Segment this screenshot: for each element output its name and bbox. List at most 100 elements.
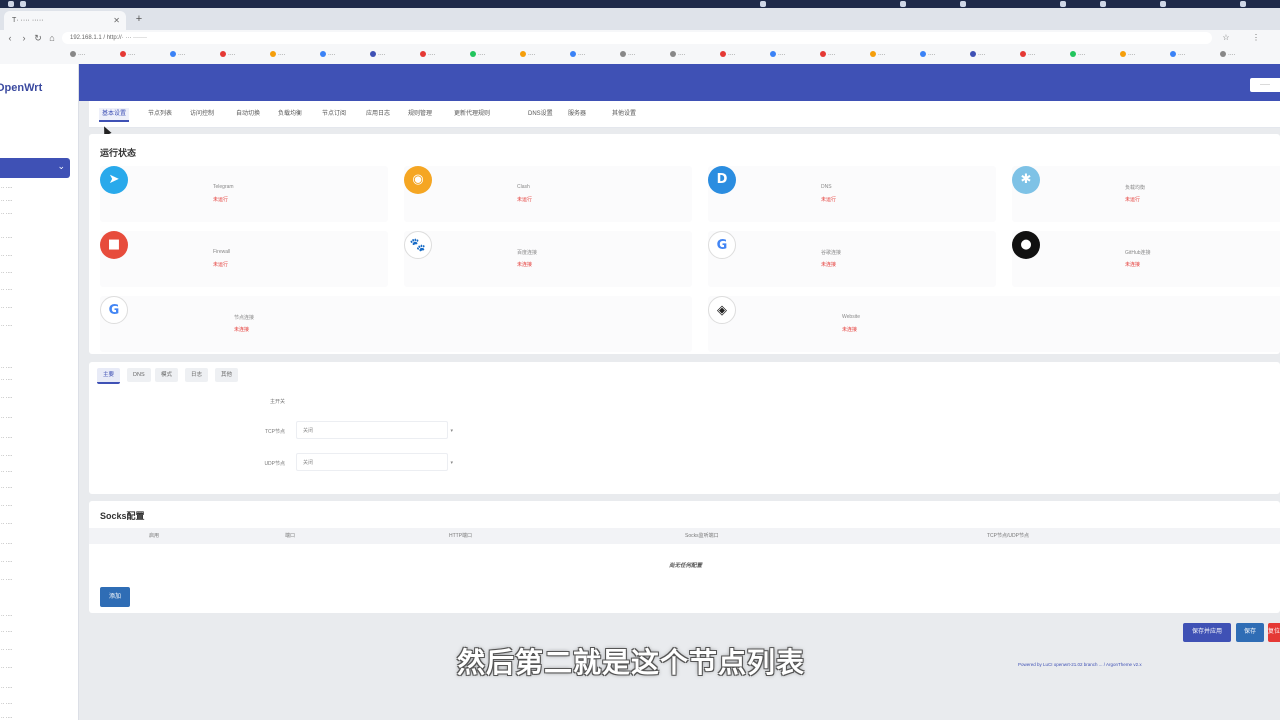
bookmark-item[interactable]: ···· — [620, 50, 635, 60]
sidebar-item[interactable]: · ·· ···· — [0, 269, 12, 277]
sidebar-item[interactable]: · ·· ···· — [0, 322, 12, 330]
bookmark-item[interactable]: ···· — [120, 50, 135, 60]
sidebar-item[interactable]: · ·· ···· — [0, 210, 12, 218]
tab-4[interactable]: 自动切换 — [233, 108, 263, 120]
sidebar-item[interactable]: · ·· ···· — [0, 452, 12, 460]
subtab-1[interactable]: 主要 — [97, 368, 121, 384]
sidebar-item[interactable]: · ·· ···· — [0, 468, 12, 476]
menu-icon[interactable] — [20, 1, 26, 7]
sidebar-item[interactable]: · ·· ···· — [0, 304, 12, 312]
sidebar-item[interactable]: · ·· ···· — [0, 628, 12, 636]
save-button[interactable]: 保存 — [1236, 623, 1264, 642]
wifi-icon[interactable] — [1100, 1, 1106, 7]
service-name: 谷歌连接 — [821, 250, 842, 256]
bookmark-item[interactable]: ···· — [920, 50, 935, 60]
bookmark-item[interactable]: ···· — [1220, 50, 1235, 60]
tab-8[interactable]: 规则管理 — [405, 108, 435, 120]
sidebar-item[interactable]: · ·· ···· — [0, 520, 12, 528]
sidebar-item-active[interactable]: ⌄ — [0, 158, 70, 178]
bookmark-item[interactable]: ···· — [570, 50, 585, 60]
sidebar-item[interactable]: · ·· ···· — [0, 714, 12, 720]
sidebar-item[interactable]: · ·· ···· — [0, 364, 12, 372]
sidebar-item[interactable]: · ·· ···· — [0, 234, 12, 242]
tab-11[interactable]: 服务器 — [565, 108, 589, 120]
bookmark-item[interactable]: ···· — [1120, 50, 1135, 60]
sidebar-item[interactable]: · ·· ···· — [0, 576, 12, 584]
url-input[interactable]: 192.168.1.1 / http://· ··· ······· — [62, 32, 1212, 44]
tab-6[interactable]: 节点订阅 — [319, 108, 349, 120]
extensions-icon[interactable]: ⋮ — [1250, 32, 1262, 44]
bookmark-item[interactable]: ···· — [970, 50, 985, 60]
subtab-3[interactable]: 模式 — [155, 368, 179, 382]
bookmark-item[interactable]: ···· — [670, 50, 685, 60]
bookmark-item[interactable]: ···· — [320, 50, 335, 60]
status-icon[interactable] — [960, 1, 966, 7]
status-icon[interactable] — [1060, 1, 1066, 7]
bookmark-item[interactable]: ···· — [820, 50, 835, 60]
clock-icon[interactable] — [1240, 1, 1246, 7]
sidebar-item[interactable]: · ·· ···· — [0, 197, 12, 205]
status-icon[interactable] — [900, 1, 906, 7]
sidebar-item[interactable]: · ·· ···· — [0, 700, 12, 708]
tab-7[interactable]: 应用日志 — [363, 108, 393, 120]
bookmark-item[interactable]: ···· — [1070, 50, 1085, 60]
bookmark-item[interactable]: ···· — [420, 50, 435, 60]
tab-9[interactable]: 更新代理规则 — [451, 108, 493, 120]
sidebar-item[interactable]: · ·· ···· — [0, 684, 12, 692]
bookmark-item[interactable]: ···· — [520, 50, 535, 60]
sidebar-item[interactable]: · ·· ···· — [0, 484, 12, 492]
logout-button[interactable]: ····· — [1250, 78, 1280, 92]
apple-icon[interactable] — [8, 1, 14, 7]
bookmark-icon — [570, 51, 576, 57]
sidebar-item[interactable]: · ·· ···· — [0, 184, 12, 192]
bookmark-item[interactable]: ···· — [870, 50, 885, 60]
bookmark-item[interactable]: ···· — [1170, 50, 1185, 60]
save-apply-button[interactable]: 保存并应用 — [1183, 623, 1231, 642]
bookmark-star-icon[interactable]: ☆ — [1220, 32, 1232, 44]
forward-icon[interactable]: › — [18, 32, 30, 44]
tab-12[interactable]: 其他设置 — [609, 108, 639, 120]
back-icon[interactable]: ‹ — [4, 32, 16, 44]
sidebar-item[interactable]: · ·· ···· — [0, 252, 12, 260]
bookmark-icon — [1220, 51, 1226, 57]
node-select[interactable]: 关闭 ▾ — [296, 421, 453, 439]
sidebar-item[interactable]: · ·· ···· — [0, 414, 12, 422]
bookmark-item[interactable]: ···· — [270, 50, 285, 60]
bookmark-icon — [170, 51, 176, 57]
node-select[interactable]: 关闭 ▾ — [296, 453, 453, 471]
tab-10[interactable]: DNS设置 — [525, 108, 556, 120]
home-icon[interactable]: ⌂ — [46, 32, 58, 44]
bookmark-item[interactable]: ···· — [720, 50, 735, 60]
bookmark-item[interactable]: ···· — [770, 50, 785, 60]
bookmark-item[interactable]: ···· — [170, 50, 185, 60]
tab-2[interactable]: 节点列表 — [145, 108, 175, 120]
bookmark-item[interactable]: ···· — [1020, 50, 1035, 60]
reset-button[interactable]: 复位 — [1268, 623, 1280, 642]
sidebar-item[interactable]: · ·· ···· — [0, 394, 12, 402]
tab-1[interactable]: 基本设置 — [99, 108, 130, 122]
subtab-2[interactable]: DNS — [127, 368, 151, 382]
bookmark-item[interactable]: ···· — [220, 50, 235, 60]
tab-3[interactable]: 访问控制 — [187, 108, 217, 120]
sidebar-item[interactable]: · ·· ···· — [0, 612, 12, 620]
sidebar-item[interactable]: · ·· ···· — [0, 558, 12, 566]
sidebar-item[interactable]: · ·· ···· — [0, 286, 12, 294]
bookmark-item[interactable]: ···· — [470, 50, 485, 60]
sidebar-item[interactable]: · ·· ···· — [0, 434, 12, 442]
sidebar-item[interactable]: · ·· ···· — [0, 540, 12, 548]
sidebar-item[interactable]: · ·· ···· — [0, 502, 12, 510]
add-button[interactable]: 添加 — [100, 587, 130, 607]
reload-icon[interactable]: ↻ — [32, 32, 44, 44]
tab-5[interactable]: 负载均衡 — [275, 108, 305, 120]
subtab-4[interactable]: 日志 — [185, 368, 209, 382]
battery-icon[interactable] — [1160, 1, 1166, 7]
subtab-5[interactable]: 其他 — [215, 368, 239, 382]
bookmark-item[interactable]: ···· — [370, 50, 385, 60]
status-icon[interactable] — [760, 1, 766, 7]
sidebar-item[interactable]: · ·· ···· — [0, 376, 12, 384]
new-tab-icon[interactable]: + — [132, 11, 146, 27]
close-icon[interactable]: ✕ — [113, 11, 120, 30]
bookmark-item[interactable]: ···· — [70, 50, 85, 60]
service-tile: D DNS 未运行 — [708, 166, 996, 222]
browser-tab[interactable]: T· ···· ····· ✕ — [4, 11, 126, 30]
